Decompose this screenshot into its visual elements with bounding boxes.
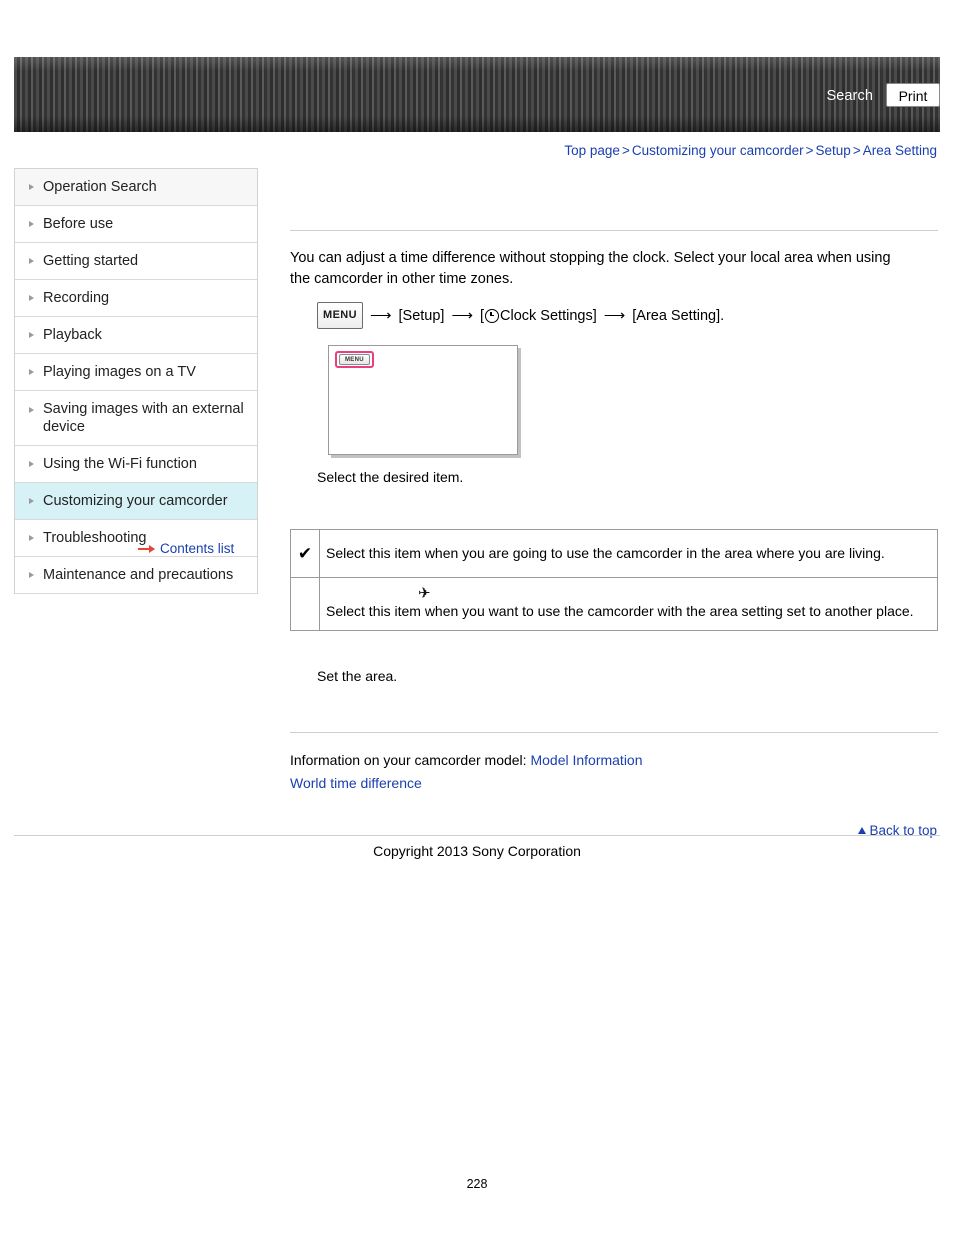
- breadcrumb-item-setup[interactable]: Setup: [816, 143, 851, 158]
- menu-path-steps: MENU ⟶ [Setup] ⟶ [ Clock Settings] ⟶ [Ar…: [317, 302, 938, 329]
- figure-caption: Select the desired item.: [317, 469, 464, 485]
- intro-paragraph: You can adjust a time difference without…: [290, 250, 891, 287]
- sidebar-item-label: Customizing your camcorder: [43, 493, 228, 509]
- bullet-arrow-icon: [29, 331, 34, 338]
- contents-list-link[interactable]: Contents list: [138, 541, 235, 556]
- sidebar-item-getting-started[interactable]: Getting started: [15, 243, 257, 280]
- breadcrumb: Top page > Customizing your camcorder > Setu…: [564, 143, 937, 158]
- sidebar-item-label: Maintenance and precautions: [43, 567, 234, 583]
- sidebar-item-using-the-wifi-function[interactable]: Using the Wi-Fi function: [15, 446, 257, 483]
- sidebar-item-label: Playback: [43, 327, 102, 343]
- footer-divider: [14, 835, 940, 836]
- model-info-label: Information on your camcorder model:: [290, 752, 527, 768]
- bullet-arrow-icon: [29, 220, 34, 227]
- camcorder-screen-figure: MENU: [328, 345, 518, 455]
- arrow-right-icon: ⟶: [370, 306, 392, 324]
- arrow-right-icon: [138, 545, 155, 553]
- row-check-mark: [290, 577, 320, 631]
- menu-chip: MENU: [317, 302, 363, 329]
- figure-menu-button-label: MENU: [339, 354, 370, 365]
- table-row: ✈ Select this item when you want to use …: [290, 577, 938, 631]
- step-setup: [Setup]: [398, 307, 445, 324]
- main-content: You can adjust a time difference without…: [290, 168, 938, 794]
- breadcrumb-separator: >: [805, 143, 814, 158]
- sidebar-item-playback[interactable]: Playback: [15, 317, 257, 354]
- sidebar-item-label: Operation Search: [43, 179, 157, 195]
- step-area-setting: [Area Setting].: [632, 307, 725, 324]
- sidebar-item-playing-images-on-a-tv[interactable]: Playing images on a TV: [15, 354, 257, 391]
- row-description: Select this item when you are going to u…: [319, 529, 938, 578]
- sidebar: Operation Search Before use Getting star…: [14, 168, 258, 594]
- arrow-right-icon: ⟶: [451, 306, 473, 324]
- breadcrumb-item-area-setting[interactable]: Area Setting: [863, 143, 937, 158]
- sidebar-item-maintenance-and-precautions[interactable]: Maintenance and precautions: [15, 557, 257, 594]
- row-description: Select this item when you want to use th…: [326, 603, 914, 619]
- breadcrumb-separator: >: [852, 143, 861, 158]
- content-divider-bottom: [290, 732, 938, 733]
- clock-icon: [485, 308, 500, 323]
- arrow-right-icon: ⟶: [603, 306, 626, 324]
- page-number: 228: [466, 1177, 488, 1191]
- bullet-arrow-icon: [29, 497, 34, 504]
- sidebar-item-label: Getting started: [43, 253, 139, 269]
- header-banner: [14, 57, 940, 132]
- breadcrumb-item-top-page[interactable]: Top page: [564, 143, 620, 158]
- airplane-icon: ✈: [418, 585, 431, 602]
- sidebar-item-label: Troubleshooting: [43, 530, 147, 546]
- sidebar-item-saving-images-external-device[interactable]: Saving images with an external device: [15, 391, 257, 446]
- bullet-arrow-icon: [29, 257, 34, 264]
- row-description-with-icon: ✈ Select this item when you want to use …: [319, 577, 938, 631]
- sidebar-item-customizing-your-camcorder[interactable]: Customizing your camcorder: [15, 483, 257, 520]
- content-divider-top: [290, 230, 938, 231]
- bullet-arrow-icon: [29, 534, 34, 541]
- model-info-block: Information on your camcorder model: Mod…: [290, 750, 938, 794]
- world-time-difference-link[interactable]: World time difference: [290, 773, 938, 794]
- step-clock-bracket: [: [479, 307, 485, 324]
- breadcrumb-separator: >: [621, 143, 630, 158]
- sidebar-item-label: Playing images on a TV: [43, 364, 196, 380]
- sidebar-item-label: Recording: [43, 290, 110, 306]
- triangle-up-icon: [858, 827, 867, 834]
- copyright-text: Copyright 2013 Sony Corporation: [373, 843, 581, 859]
- item-table: ✔ Select this item when you are going to…: [290, 529, 938, 631]
- set-area-text: Set the area.: [317, 668, 398, 684]
- sidebar-item-label: Saving images with an external device: [43, 401, 244, 435]
- model-information-link[interactable]: Model Information: [530, 752, 642, 768]
- figure-menu-button-highlight: MENU: [335, 351, 374, 368]
- bullet-arrow-icon: [29, 460, 34, 467]
- bullet-arrow-icon: [29, 407, 34, 413]
- sidebar-item-operation-search[interactable]: Operation Search: [15, 169, 257, 206]
- bullet-arrow-icon: [29, 571, 34, 578]
- step-clock-settings: Clock Settings]: [500, 307, 597, 324]
- contents-list-label: Contents list: [160, 541, 235, 556]
- search-label[interactable]: Search: [826, 88, 873, 104]
- bullet-arrow-icon: [29, 294, 34, 301]
- table-row: ✔ Select this item when you are going to…: [290, 529, 938, 578]
- sidebar-item-label: Before use: [43, 216, 114, 232]
- row-check-mark: ✔: [290, 529, 320, 578]
- bullet-arrow-icon: [29, 183, 34, 190]
- bullet-arrow-icon: [29, 368, 34, 375]
- breadcrumb-item-customizing[interactable]: Customizing your camcorder: [632, 143, 804, 158]
- sidebar-item-before-use[interactable]: Before use: [15, 206, 257, 243]
- sidebar-item-label: Using the Wi-Fi function: [43, 456, 197, 472]
- print-button[interactable]: Print: [886, 83, 940, 107]
- sidebar-item-recording[interactable]: Recording: [15, 280, 257, 317]
